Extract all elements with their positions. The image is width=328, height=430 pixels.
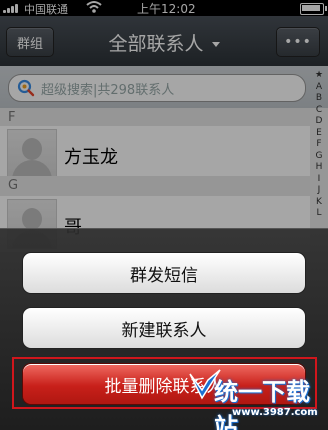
screen: 中国联通 上午12:02 群组 全部联系人 ••• 超级搜索|共298联系人 F <box>0 0 328 430</box>
group-sms-button[interactable]: 群发短信 <box>22 252 306 294</box>
new-contact-button[interactable]: 新建联系人 <box>22 307 306 349</box>
highlight-box <box>12 357 317 409</box>
